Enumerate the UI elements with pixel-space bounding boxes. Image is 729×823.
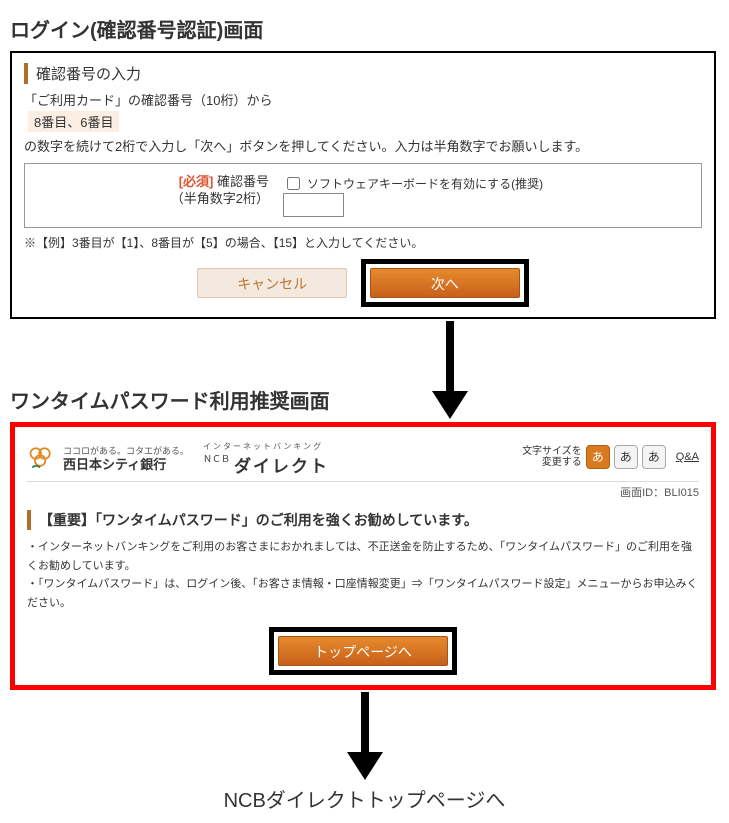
bank-tagline: ココロがある。コタエがある。 xyxy=(63,446,189,456)
bank-logo-icon xyxy=(27,443,55,471)
toppage-highlight-frame: トップページへ xyxy=(269,627,457,675)
arrow-down-2 xyxy=(347,692,383,780)
screen-id: 画面ID：BLI015 xyxy=(27,484,699,500)
toppage-button[interactable]: トップページへ xyxy=(278,636,448,666)
checkbox-label: ソフトウェアキーボードを有効にする(推奨) xyxy=(307,175,543,192)
otp-panel: ココロがある。コタエがある。 西日本シティ銀行 インターネットバンキング ＮＣＢ… xyxy=(10,422,716,690)
line2: の数字を続けて2桁で入力し「次へ」ボタンを押してください。入力は半角数字でお願い… xyxy=(24,136,702,155)
field-label: 確認番号 xyxy=(217,174,269,189)
bank-header: ココロがある。コタエがある。 西日本シティ銀行 インターネットバンキング ＮＣＢ… xyxy=(27,437,699,482)
qa-link[interactable]: Q&A xyxy=(676,451,699,463)
font-label: 文字サイズを 変更する xyxy=(522,446,582,468)
direct-logo: ダイレクト xyxy=(234,457,329,476)
confirm-heading: 確認番号の入力 xyxy=(24,63,702,84)
bullet1: インターネットバンキングをご利用のお客さまにおかれましては、不正送金を防止するた… xyxy=(27,541,692,572)
font-large-button[interactable]: あ xyxy=(642,445,666,469)
field-hint: （半角数字2桁） xyxy=(171,191,269,206)
cancel-button[interactable]: キャンセル xyxy=(197,268,347,298)
direct-subtitle: インターネットバンキング xyxy=(203,442,323,451)
font-size-control: 文字サイズを 変更する あ あ あ Q&A xyxy=(522,445,699,469)
digit-positions: 8番目、6番目 xyxy=(28,111,119,132)
final-text: NCBダイレクトトップページへ xyxy=(10,784,719,813)
form-box: [必須] 確認番号 （半角数字2桁） ソフトウェアキーボードを有効にする(推奨) xyxy=(24,163,702,228)
otp-bullets: ・インターネットバンキングをご利用のお客さまにおかれましては、不正送金を防止する… xyxy=(27,538,699,613)
button-row: キャンセル 次へ xyxy=(24,259,702,307)
next-highlight-frame: 次へ xyxy=(361,259,529,307)
bank-name: 西日本シティ銀行 xyxy=(63,457,166,472)
otp-heading: 【重要】「ワンタイムパスワード」のご利用を強くお勧めしています。 xyxy=(27,510,699,530)
line1: 「ご利用カード」の確認番号（10桁）から xyxy=(24,90,702,109)
direct-small: ＮＣＢ xyxy=(203,454,230,464)
field-input-col: ソフトウェアキーボードを有効にする(推奨) xyxy=(283,174,543,217)
required-mark: [必須] xyxy=(179,174,214,189)
section2-title: ワンタイムパスワード利用推奨画面 xyxy=(10,385,719,414)
login-panel: 確認番号の入力 「ご利用カード」の確認番号（10桁）から 8番目、6番目 の数字… xyxy=(10,51,716,319)
next-button[interactable]: 次へ xyxy=(370,268,520,298)
soft-keyboard-checkbox[interactable] xyxy=(287,177,300,190)
toppage-button-wrap: トップページへ xyxy=(27,627,699,675)
font-small-button[interactable]: あ xyxy=(586,445,610,469)
confirm-number-input[interactable] xyxy=(283,193,344,217)
field-label-col: [必須] 確認番号 （半角数字2桁） xyxy=(39,174,269,208)
example-note: ※【例】3番目が【1】、8番目が【5】の場合、【15】と入力してください。 xyxy=(24,234,702,251)
font-medium-button[interactable]: あ xyxy=(614,445,638,469)
bullet2: 「ワンタイムパスワード」は、ログイン後、「お客さま情報・口座情報変更」⇒「ワンタ… xyxy=(27,578,698,609)
section1-title: ログイン(確認番号認証)画面 xyxy=(10,14,719,43)
